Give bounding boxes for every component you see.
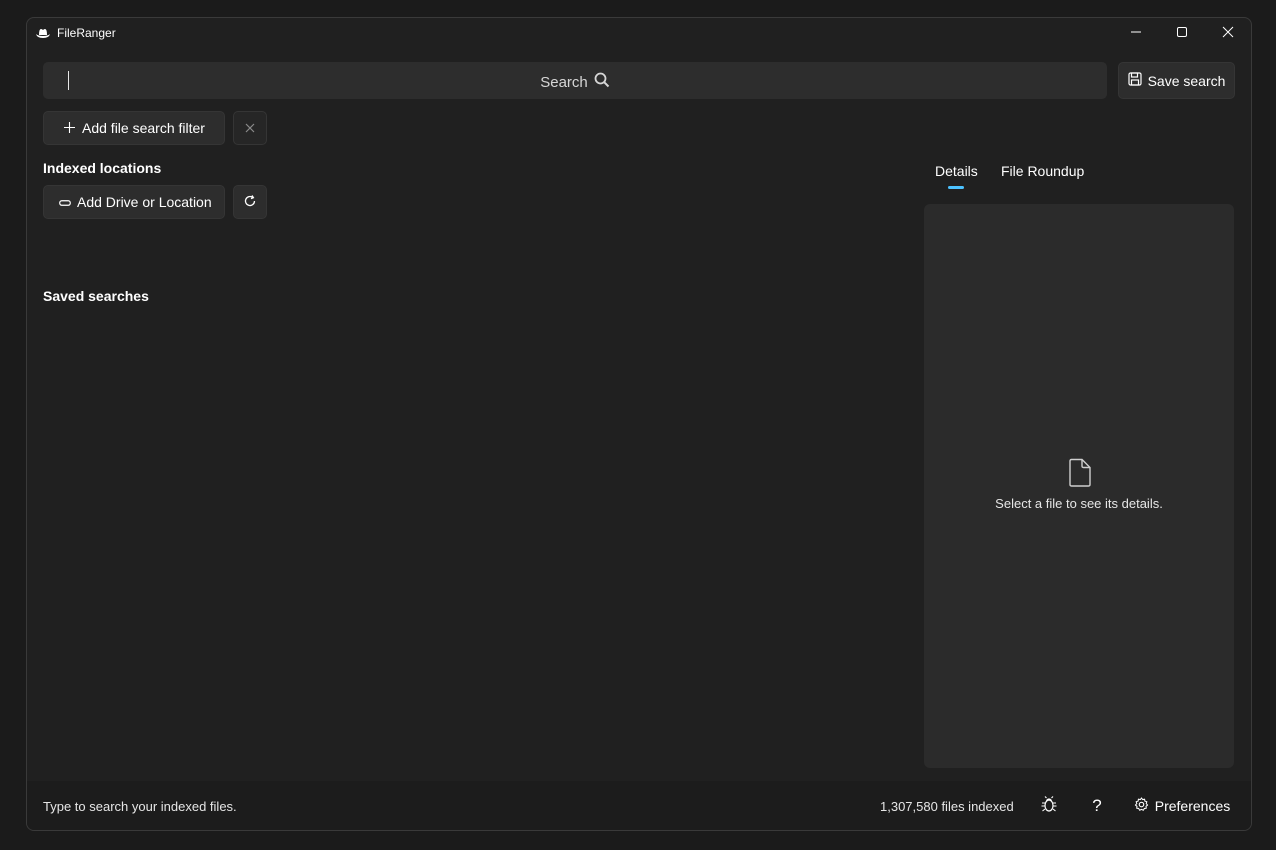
add-drive-label: Add Drive or Location — [77, 194, 212, 210]
minimize-icon — [1130, 25, 1142, 43]
title-bar: FileRanger — [27, 18, 1251, 49]
indexed-locations-title: Indexed locations — [43, 160, 162, 176]
plus-icon — [64, 120, 75, 136]
help-button[interactable]: ? — [1082, 792, 1112, 820]
saved-searches-title: Saved searches — [43, 288, 149, 304]
selected-tab-indicator — [948, 186, 964, 189]
bug-icon — [1040, 795, 1058, 818]
empty-details-message: Select a file to see its details. — [995, 496, 1163, 511]
status-bar: Type to search your indexed files. 1,307… — [27, 781, 1251, 830]
gear-icon — [1134, 797, 1149, 815]
tab-details[interactable]: Details — [935, 163, 978, 179]
drive-icon — [59, 194, 71, 210]
close-icon — [245, 120, 255, 136]
search-input[interactable]: Search — [43, 62, 1107, 99]
cowboy-hat-icon — [35, 26, 51, 40]
document-icon — [1068, 458, 1092, 488]
files-indexed-count: 1,307,580 files indexed — [880, 799, 1014, 814]
preferences-button[interactable]: Preferences — [1128, 792, 1236, 820]
maximize-button[interactable] — [1159, 18, 1205, 49]
add-filter-button[interactable]: Add file search filter — [43, 111, 225, 145]
add-filter-label: Add file search filter — [82, 120, 205, 136]
add-drive-button[interactable]: Add Drive or Location — [43, 185, 225, 219]
preferences-label: Preferences — [1154, 798, 1231, 814]
close-window-button[interactable] — [1205, 18, 1251, 49]
save-search-button[interactable]: Save search — [1118, 62, 1235, 99]
status-hint: Type to search your indexed files. — [43, 799, 237, 814]
save-search-label: Save search — [1147, 72, 1226, 89]
search-placeholder: Search — [43, 72, 1107, 92]
minimize-button[interactable] — [1113, 18, 1159, 49]
refresh-button[interactable] — [233, 185, 267, 219]
close-icon — [1222, 25, 1234, 43]
refresh-icon — [243, 194, 257, 211]
tab-file-roundup[interactable]: File Roundup — [1001, 163, 1084, 179]
clear-filters-button[interactable] — [233, 111, 267, 145]
details-panel: Select a file to see its details. — [924, 204, 1234, 768]
maximize-icon — [1176, 25, 1188, 43]
search-icon — [594, 72, 610, 92]
search-placeholder-text: Search — [540, 73, 588, 91]
app-window: FileRanger Search Save search Add file s… — [26, 17, 1252, 831]
report-bug-button[interactable] — [1034, 792, 1064, 820]
save-icon — [1127, 72, 1142, 89]
app-title: FileRanger — [57, 26, 116, 40]
